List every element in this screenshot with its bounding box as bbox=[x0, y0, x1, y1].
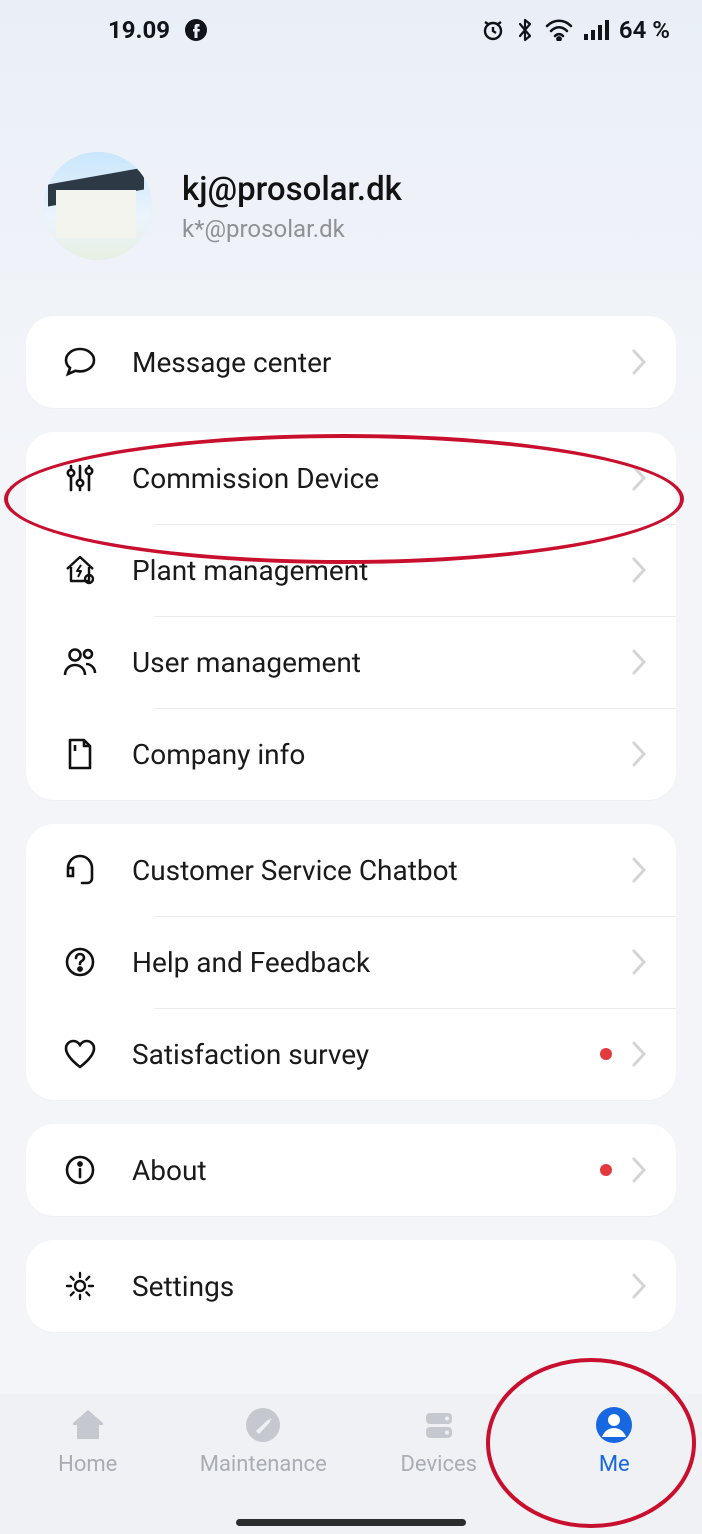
info-icon bbox=[62, 1152, 98, 1188]
chevron-right-icon bbox=[630, 1155, 648, 1185]
statusbar-time: 19.09 bbox=[108, 16, 170, 44]
profile-sub-name: k*@prosolar.dk bbox=[182, 215, 402, 243]
chevron-right-icon bbox=[630, 739, 648, 769]
tab-label: Me bbox=[599, 1452, 630, 1477]
notification-dot bbox=[600, 1164, 612, 1176]
tab-me[interactable]: Me bbox=[527, 1404, 702, 1534]
home-indicator bbox=[236, 1519, 466, 1526]
tab-label: Devices bbox=[400, 1452, 477, 1477]
card-group-1: Commission Device Plant management User … bbox=[26, 432, 676, 800]
row-label: Plant management bbox=[132, 554, 630, 587]
wifi-icon bbox=[545, 19, 573, 41]
heart-icon bbox=[62, 1036, 98, 1072]
row-commission-device[interactable]: Commission Device bbox=[26, 432, 676, 524]
row-label: Settings bbox=[132, 1270, 630, 1303]
tab-label: Maintenance bbox=[200, 1452, 327, 1477]
row-customer-service[interactable]: Customer Service Chatbot bbox=[26, 824, 676, 916]
sliders-icon bbox=[62, 460, 98, 496]
row-about[interactable]: About bbox=[26, 1124, 676, 1216]
users-icon bbox=[62, 644, 98, 680]
chevron-right-icon bbox=[630, 947, 648, 977]
chevron-right-icon bbox=[630, 555, 648, 585]
person-icon bbox=[593, 1404, 635, 1446]
row-plant-management[interactable]: Plant management bbox=[26, 524, 676, 616]
card-group-0: Message center bbox=[26, 316, 676, 408]
statusbar-battery: 64 % bbox=[619, 16, 670, 44]
house-bolt-icon bbox=[62, 552, 98, 588]
wrench-icon bbox=[242, 1404, 284, 1446]
row-settings[interactable]: Settings bbox=[26, 1240, 676, 1332]
row-satisfaction-survey[interactable]: Satisfaction survey bbox=[26, 1008, 676, 1100]
chevron-right-icon bbox=[630, 1271, 648, 1301]
row-company-info[interactable]: Company info bbox=[26, 708, 676, 800]
card-group-2: Customer Service Chatbot Help and Feedba… bbox=[26, 824, 676, 1100]
row-label: About bbox=[132, 1154, 600, 1187]
avatar bbox=[44, 152, 152, 260]
row-message-center[interactable]: Message center bbox=[26, 316, 676, 408]
signal-icon bbox=[583, 19, 609, 41]
gear-icon bbox=[62, 1268, 98, 1304]
message-icon bbox=[62, 344, 98, 380]
tab-home[interactable]: Home bbox=[0, 1404, 176, 1534]
row-label: Customer Service Chatbot bbox=[132, 854, 630, 887]
profile-header[interactable]: kj@prosolar.dk k*@prosolar.dk bbox=[44, 152, 658, 260]
alarm-icon bbox=[481, 18, 505, 42]
tab-devices[interactable]: Devices bbox=[351, 1404, 527, 1534]
doc-icon bbox=[62, 736, 98, 772]
bluetooth-icon bbox=[515, 17, 535, 43]
home-icon bbox=[67, 1404, 109, 1446]
chevron-right-icon bbox=[630, 463, 648, 493]
row-label: Message center bbox=[132, 346, 630, 379]
tab-label: Home bbox=[58, 1452, 117, 1477]
tab-maintenance[interactable]: Maintenance bbox=[176, 1404, 352, 1534]
card-group-4: Settings bbox=[26, 1240, 676, 1332]
chevron-right-icon bbox=[630, 347, 648, 377]
notification-dot bbox=[600, 1048, 612, 1060]
row-label: Help and Feedback bbox=[132, 946, 630, 979]
statusbar: 19.09 64 % bbox=[0, 0, 702, 60]
row-help-feedback[interactable]: Help and Feedback bbox=[26, 916, 676, 1008]
question-icon bbox=[62, 944, 98, 980]
chevron-right-icon bbox=[630, 647, 648, 677]
devices-icon bbox=[418, 1404, 460, 1446]
tab-bar: Home Maintenance Devices Me bbox=[0, 1394, 702, 1534]
profile-display-name: kj@prosolar.dk bbox=[182, 170, 402, 209]
content-scroll[interactable]: Message center Commission Device Plant m… bbox=[26, 316, 676, 1394]
facebook-icon bbox=[184, 18, 208, 42]
chevron-right-icon bbox=[630, 855, 648, 885]
chevron-right-icon bbox=[630, 1039, 648, 1069]
card-group-3: About bbox=[26, 1124, 676, 1216]
headset-icon bbox=[62, 852, 98, 888]
row-label: User management bbox=[132, 646, 630, 679]
row-label: Company info bbox=[132, 738, 630, 771]
row-label: Commission Device bbox=[132, 462, 630, 495]
row-label: Satisfaction survey bbox=[132, 1038, 600, 1071]
row-user-management[interactable]: User management bbox=[26, 616, 676, 708]
